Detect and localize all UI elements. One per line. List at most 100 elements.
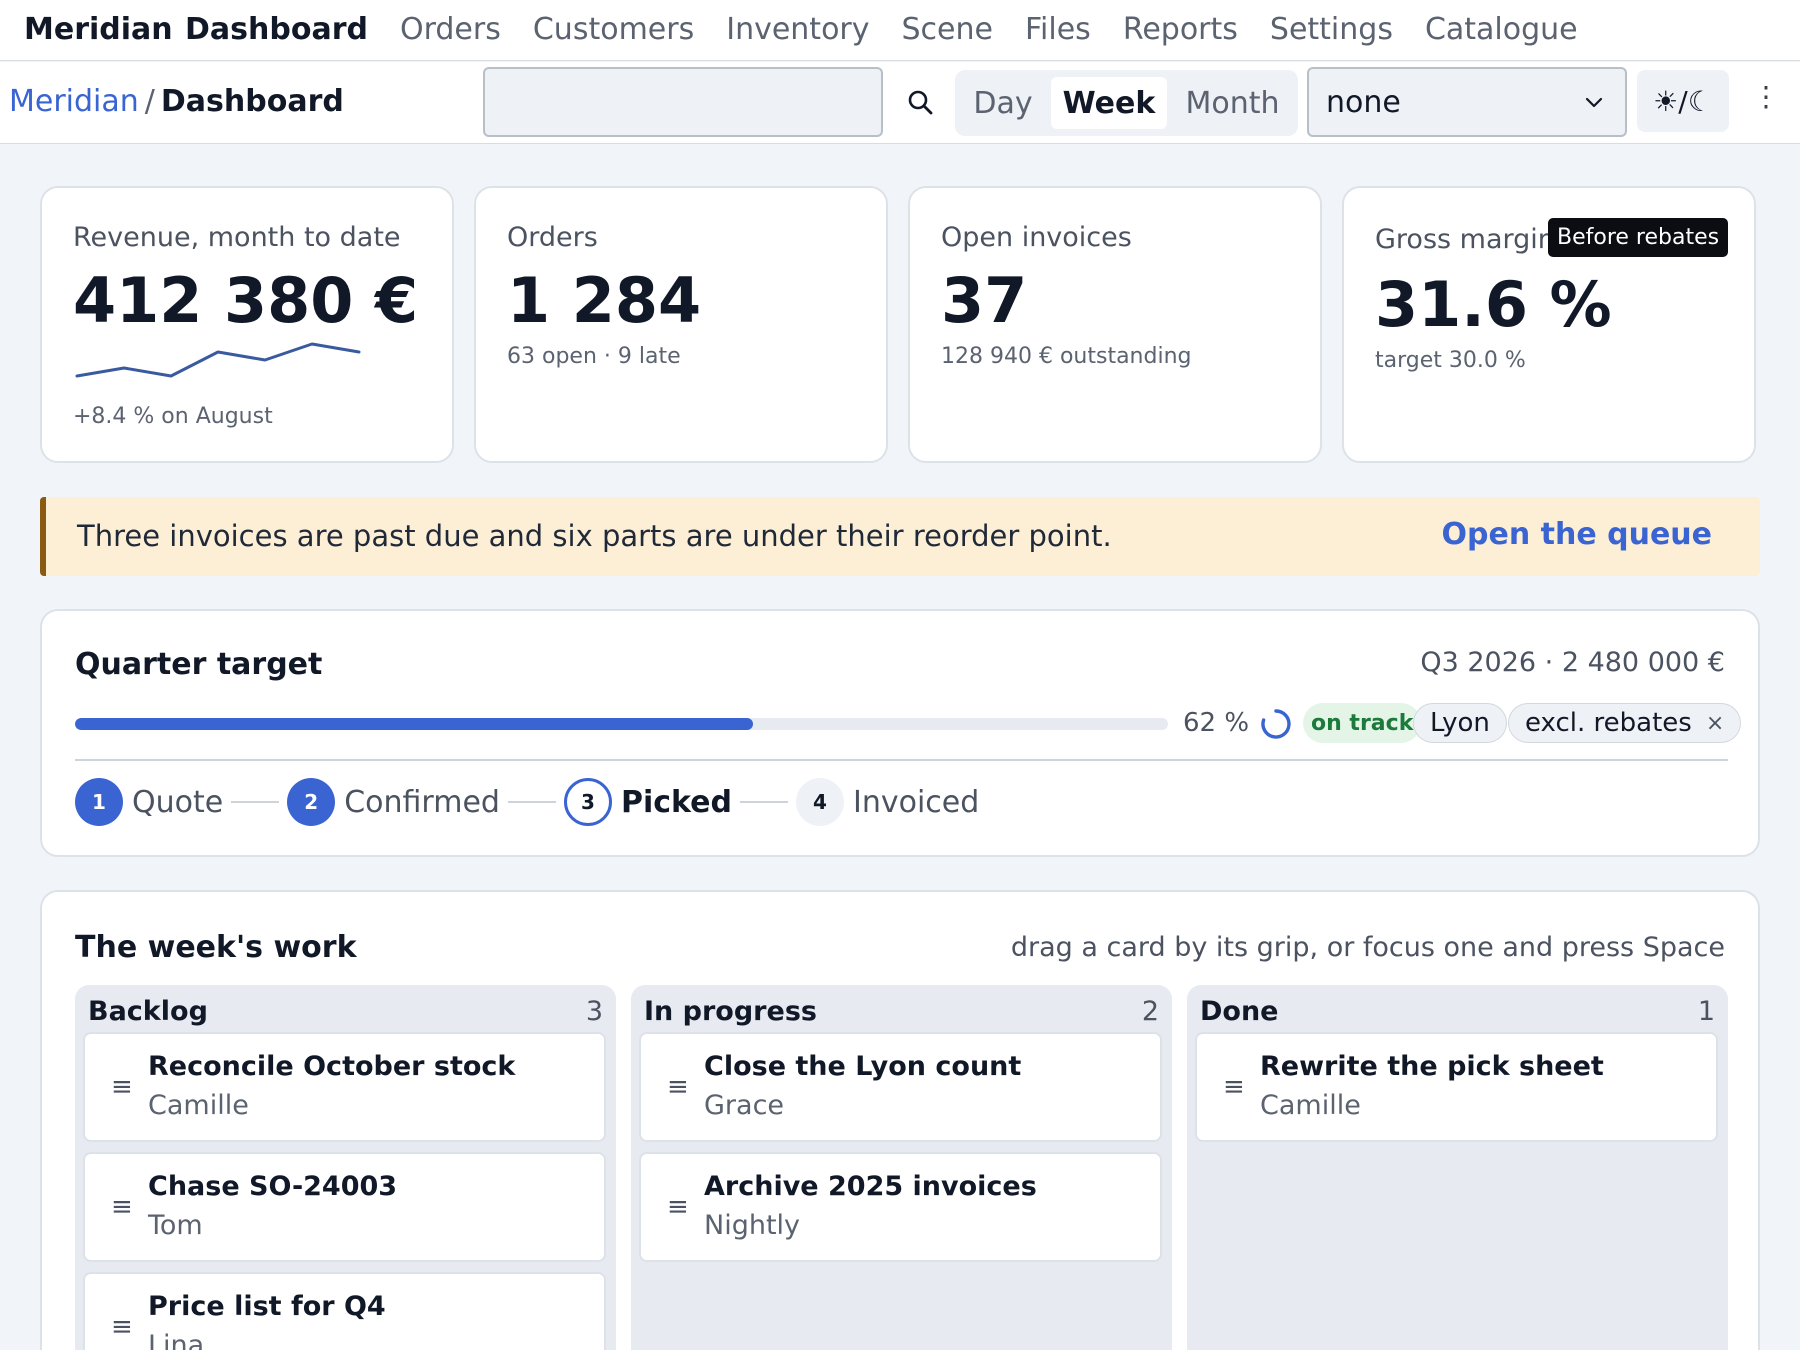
chip-label: Lyon [1430, 708, 1490, 738]
kanban-card[interactable]: ≡ Price list for Q4 Lina [83, 1272, 606, 1350]
grip-icon[interactable]: ≡ [111, 1072, 133, 1102]
card-owner: Lina [148, 1330, 205, 1350]
range-option-day[interactable]: Day [963, 77, 1043, 129]
breadcrumb-separator: / [144, 84, 155, 119]
kpi-value: 412 380 € [73, 264, 419, 337]
breadcrumb-root-link[interactable]: Meridian [9, 84, 139, 119]
kpi-delta: +8.4 % on August [73, 404, 273, 429]
filter-select[interactable]: none [1307, 67, 1627, 137]
open-queue-link[interactable]: Open the queue [1442, 517, 1713, 552]
kpi-card-orders: Orders 1 284 63 open · 9 late [474, 186, 888, 463]
alert-banner: Three invoices are past due and six part… [40, 497, 1760, 576]
step-number: 3 [563, 778, 612, 826]
search-input[interactable] [483, 67, 883, 137]
progress-percent: 62 % [1183, 708, 1250, 738]
range-option-week[interactable]: Week [1051, 77, 1167, 129]
theme-toggle-button[interactable]: ☀/☾ [1637, 70, 1729, 132]
kanban-card[interactable]: ≡ Rewrite the pick sheet Camille [1195, 1032, 1718, 1142]
top-nav: Meridian Dashboard Orders Customers Inve… [0, 0, 1800, 61]
nav-item-customers[interactable]: Customers [533, 12, 694, 47]
step-number: 1 [75, 778, 123, 826]
step-invoiced[interactable]: 4 Invoiced [795, 778, 980, 826]
nav-item-orders[interactable]: Orders [400, 12, 501, 47]
kpi-card-open-invoices: Open invoices 37 128 940 € outstanding [908, 186, 1322, 463]
breadcrumb: Meridian / Dashboard [9, 84, 344, 119]
grip-icon[interactable]: ≡ [667, 1192, 689, 1222]
kanban-card[interactable]: ≡ Close the Lyon count Grace [639, 1032, 1162, 1142]
nav-item-settings[interactable]: Settings [1270, 12, 1393, 47]
step-label: Picked [620, 784, 732, 820]
card-title: Rewrite the pick sheet [1260, 1051, 1604, 1082]
search-button[interactable] [900, 82, 940, 122]
board-hint: drag a card by its grip, or focus one an… [1010, 932, 1725, 963]
column-title: Done [1200, 996, 1279, 1027]
step-quote[interactable]: 1 Quote [75, 778, 223, 826]
card-title: Chase SO-24003 [148, 1171, 398, 1202]
grip-icon[interactable]: ≡ [111, 1312, 133, 1342]
kanban-card[interactable]: ≡ Archive 2025 invoices Nightly [639, 1152, 1162, 1262]
column-title: In progress [644, 996, 817, 1027]
loading-spinner-icon [1261, 709, 1291, 739]
brand-logo[interactable]: Meridian [24, 12, 173, 47]
step-confirmed[interactable]: 2 Confirmed [287, 778, 500, 826]
grip-icon[interactable]: ≡ [1223, 1072, 1245, 1102]
kpi-value: 31.6 % [1375, 268, 1612, 341]
card-title: Price list for Q4 [148, 1291, 386, 1322]
kpi-label[interactable]: Gross margin [1375, 224, 1555, 255]
quarter-target-card: Quarter target Q3 2026 · 2 480 000 € 62 … [40, 609, 1760, 857]
section-title: Quarter target [75, 647, 323, 682]
column-title: Backlog [88, 996, 208, 1027]
kpi-label: Orders [507, 222, 598, 253]
step-label: Invoiced [852, 784, 980, 820]
step-number: 2 [287, 778, 336, 826]
step-picked[interactable]: 3 Picked [563, 778, 732, 826]
close-icon[interactable]: × [1706, 711, 1724, 736]
nav-item-dashboard[interactable]: Dashboard [185, 12, 368, 47]
filter-chip-excl-rebates[interactable]: excl. rebates × [1508, 703, 1742, 743]
step-label: Confirmed [344, 784, 500, 820]
breadcrumb-current: Dashboard [160, 84, 344, 119]
kpi-card-gross-margin: Gross margin Before rebates 31.6 % targe… [1342, 186, 1756, 463]
kpi-sub: 128 940 € outstanding [941, 344, 1192, 369]
progress-fill [75, 718, 753, 730]
kpi-card-revenue: Revenue, month to date 412 380 € +8.4 % … [40, 186, 454, 463]
grip-icon[interactable]: ≡ [111, 1192, 133, 1222]
revenue-sparkline [75, 342, 361, 378]
card-title: Close the Lyon count [704, 1051, 1022, 1082]
kanban-column-in-progress: In progress 2 ≡ Close the Lyon count Gra… [631, 985, 1172, 1350]
nav-item-inventory[interactable]: Inventory [726, 12, 869, 47]
card-owner: Tom [148, 1210, 203, 1241]
stepper: 1 Quote 2 Confirmed 3 Picked 4 Invoiced [75, 778, 979, 826]
grip-icon[interactable]: ≡ [667, 1072, 689, 1102]
step-connector [231, 801, 280, 803]
step-label: Quote [132, 784, 224, 820]
nav-item-scene[interactable]: Scene [902, 12, 993, 47]
nav-item-reports[interactable]: Reports [1123, 12, 1238, 47]
card-owner: Grace [704, 1090, 785, 1121]
nav-item-catalogue[interactable]: Catalogue [1425, 12, 1578, 47]
more-menu-icon[interactable]: ⋮ [1752, 80, 1780, 120]
nav-item-files[interactable]: Files [1025, 12, 1091, 47]
nav-links: Dashboard Orders Customers Inventory Sce… [185, 12, 1610, 47]
kanban-board: The week's work drag a card by its grip,… [40, 890, 1760, 1350]
status-badge: on track [1303, 703, 1422, 743]
kanban-card[interactable]: ≡ Reconcile October stock Camille [83, 1032, 606, 1142]
step-connector [739, 801, 788, 803]
tooltip: Before rebates [1548, 218, 1729, 257]
kpi-label: Revenue, month to date [73, 222, 401, 253]
section-title: The week's work [75, 930, 357, 965]
filter-select-value: none [1326, 85, 1401, 120]
step-number: 4 [795, 778, 844, 826]
chevron-down-icon [1585, 97, 1603, 108]
range-option-month[interactable]: Month [1175, 77, 1290, 129]
column-count: 2 [1141, 996, 1159, 1027]
card-title: Archive 2025 invoices [704, 1171, 1037, 1202]
filter-chip-lyon[interactable]: Lyon [1413, 703, 1507, 743]
kpi-value: 1 284 [507, 264, 702, 337]
kanban-column-done: Done 1 ≡ Rewrite the pick sheet Camille [1187, 985, 1728, 1350]
kpi-value: 37 [941, 264, 1028, 337]
alert-text: Three invoices are past due and six part… [77, 519, 1112, 553]
toolbar: Meridian / Dashboard Day Week Month none ☀… [0, 62, 1800, 144]
kanban-card[interactable]: ≡ Chase SO-24003 Tom [83, 1152, 606, 1262]
range-segmented-control: Day Week Month [955, 70, 1298, 136]
